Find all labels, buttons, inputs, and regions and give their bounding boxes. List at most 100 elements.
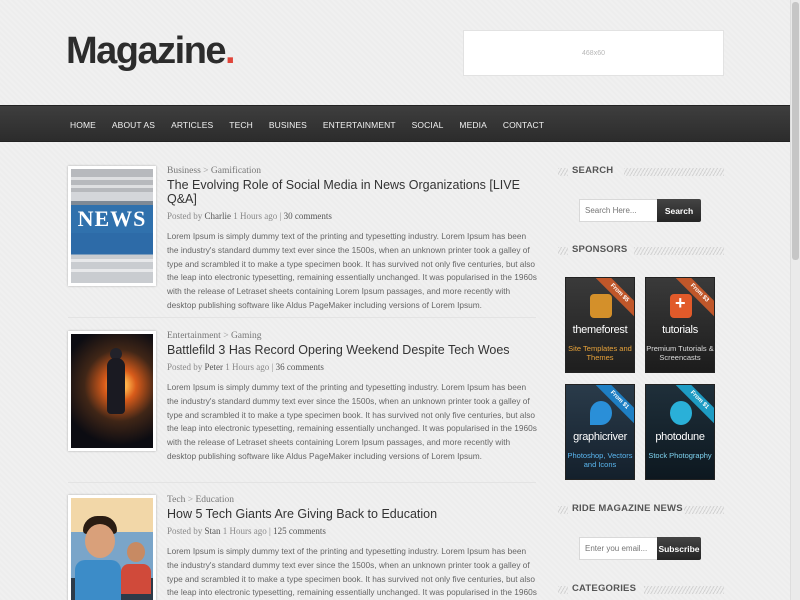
header-ad-banner[interactable]: 468x60 — [463, 30, 724, 76]
nav-item-tech[interactable]: TECH — [221, 120, 261, 130]
heading-stripes — [558, 506, 568, 514]
category-separator: > — [200, 166, 211, 176]
thumb-detail — [71, 269, 153, 272]
post-subcategory-link[interactable]: Education — [195, 495, 234, 505]
search-input[interactable] — [579, 199, 658, 222]
nav-item-contact[interactable]: CONTACT — [495, 120, 552, 130]
post-title[interactable]: The Evolving Role of Social Media in New… — [167, 178, 537, 206]
logo-dot: . — [225, 30, 236, 72]
graphicriver-drop-icon — [590, 401, 612, 425]
heading-text: RIDE MAGAZINE NEWS — [572, 503, 683, 514]
sidebar-heading-search: SEARCH — [558, 165, 724, 179]
post-title[interactable]: Battlefild 3 Has Record Opering Weekend … — [167, 343, 537, 357]
tutorials-plus-icon — [670, 293, 692, 318]
heading-stripes — [684, 506, 724, 514]
sidebar-heading-newsletter: RIDE MAGAZINE NEWS — [558, 503, 724, 517]
post-excerpt: Lorem Ipsum is simply dummy text of the … — [167, 546, 537, 598]
news-thumb-text: NEWS — [71, 205, 153, 233]
post-excerpt: Lorem Ipsum is simply dummy text of the … — [167, 382, 537, 461]
nav-item-media[interactable]: MEDIA — [451, 120, 494, 130]
nav-item-entertainment[interactable]: ENTERTAINMENT — [315, 120, 404, 130]
site-header: Magazine. 468x60 — [0, 0, 790, 105]
heading-text: SPONSORS — [572, 244, 628, 255]
post-comments-link[interactable]: 125 comments — [273, 526, 326, 536]
post-categories: Tech > Education — [167, 495, 537, 505]
nav-item-home[interactable]: HOME — [62, 120, 104, 130]
sponsor-name: photodune — [655, 431, 705, 443]
nav-item-business[interactable]: BUSINES — [261, 120, 315, 130]
sponsor-subtitle: Site Templates and Themes — [568, 344, 632, 362]
main-navigation: HOME ABOUT AS ARTICLES TECH BUSINES ENTE… — [0, 105, 790, 142]
logo-text: Magazine — [66, 30, 227, 72]
sponsor-name: themeforest — [572, 324, 628, 336]
post-content: Tech > Education How 5 Tech Giants Are G… — [167, 495, 537, 600]
nav-item-social[interactable]: SOCIAL — [404, 120, 452, 130]
posted-by-label: Posted by — [167, 526, 203, 536]
sponsor-name: graphicriver — [573, 431, 627, 443]
heading-stripes — [624, 168, 724, 176]
post-divider — [68, 317, 536, 318]
page-scrollbar[interactable] — [790, 0, 800, 600]
sidebar-heading-categories: CATEGORIES — [558, 583, 724, 597]
post-thumbnail-game[interactable] — [68, 331, 156, 451]
post-category-link[interactable]: Business — [167, 166, 201, 176]
heading-stripes — [558, 247, 568, 255]
posted-by-label: Posted by — [167, 211, 203, 221]
post-comments-link[interactable]: 30 comments — [284, 211, 332, 221]
nav-item-about[interactable]: ABOUT AS — [104, 120, 163, 130]
heading-stripes — [558, 586, 568, 594]
post-author-link[interactable]: Stan — [205, 526, 221, 536]
scrollbar-thumb[interactable] — [792, 2, 799, 260]
post-meta: Posted by Stan 1 Hours ago | 125 comment… — [167, 526, 326, 536]
post-comments-link[interactable]: 36 comments — [276, 362, 324, 372]
post-time: 1 Hours ago — [222, 526, 267, 536]
thumb-detail — [75, 560, 121, 600]
post-category-link[interactable]: Tech — [167, 495, 185, 505]
newsletter-email-input[interactable] — [579, 537, 658, 560]
thumb-detail — [71, 185, 153, 188]
themeforest-icon — [590, 294, 612, 318]
thumb-detail — [127, 542, 145, 562]
search-button[interactable]: Search — [657, 199, 701, 222]
post-title[interactable]: How 5 Tech Giants Are Giving Back to Edu… — [167, 507, 537, 521]
post-subcategory-link[interactable]: Gaming — [231, 331, 262, 341]
heading-text: SEARCH — [572, 165, 614, 176]
thumb-detail — [121, 564, 151, 594]
sponsor-subtitle: Stock Photography — [648, 451, 712, 460]
category-separator: > — [185, 495, 196, 505]
post-divider — [68, 482, 536, 483]
posted-by-label: Posted by — [167, 362, 203, 372]
site-logo[interactable]: Magazine. — [66, 30, 236, 73]
heading-stripes — [634, 247, 724, 255]
subscribe-button[interactable]: Subscribe — [657, 537, 701, 560]
thumb-detail — [107, 358, 125, 414]
sponsor-photodune[interactable]: From $1 photodune Stock Photography — [645, 384, 715, 480]
post-category-link[interactable]: Entertainment — [167, 331, 221, 341]
post-excerpt: Lorem Ipsum is simply dummy text of the … — [167, 231, 537, 310]
post-content: Business > Gamification The Evolving Rol… — [167, 166, 537, 313]
ad-size-label: 468x60 — [582, 49, 605, 57]
sidebar-heading-sponsors: SPONSORS — [558, 244, 724, 258]
thumb-detail — [71, 177, 153, 180]
nav-item-articles[interactable]: ARTICLES — [163, 120, 221, 130]
thumb-detail — [85, 524, 115, 558]
thumb-detail — [71, 259, 153, 262]
post-time: 1 Hours ago — [225, 362, 270, 372]
post-categories: Business > Gamification — [167, 166, 537, 176]
post-meta: Posted by Charlie 1 Hours ago | 30 comme… — [167, 211, 332, 221]
heading-text: CATEGORIES — [572, 583, 637, 594]
post-thumbnail-news[interactable]: NEWS — [68, 166, 156, 286]
post-content: Entertainment > Gaming Battlefild 3 Has … — [167, 331, 537, 464]
post-thumbnail-kids[interactable] — [68, 495, 156, 600]
post-subcategory-link[interactable]: Gamification — [211, 166, 261, 176]
post-categories: Entertainment > Gaming — [167, 331, 537, 341]
post-author-link[interactable]: Charlie — [205, 211, 232, 221]
sponsor-tutorials[interactable]: From $3 tutorials Premium Tutorials & Sc… — [645, 277, 715, 373]
post-author-link[interactable]: Peter — [205, 362, 224, 372]
sponsor-subtitle: Premium Tutorials & Screencasts — [646, 344, 714, 362]
photodune-camera-icon — [670, 401, 692, 425]
heading-stripes — [644, 586, 724, 594]
sponsor-graphicriver[interactable]: From $1 graphicriver Photoshop, Vectors … — [565, 384, 635, 480]
post-meta: Posted by Peter 1 Hours ago | 36 comment… — [167, 362, 324, 372]
sponsor-themeforest[interactable]: From $5 themeforest Site Templates and T… — [565, 277, 635, 373]
